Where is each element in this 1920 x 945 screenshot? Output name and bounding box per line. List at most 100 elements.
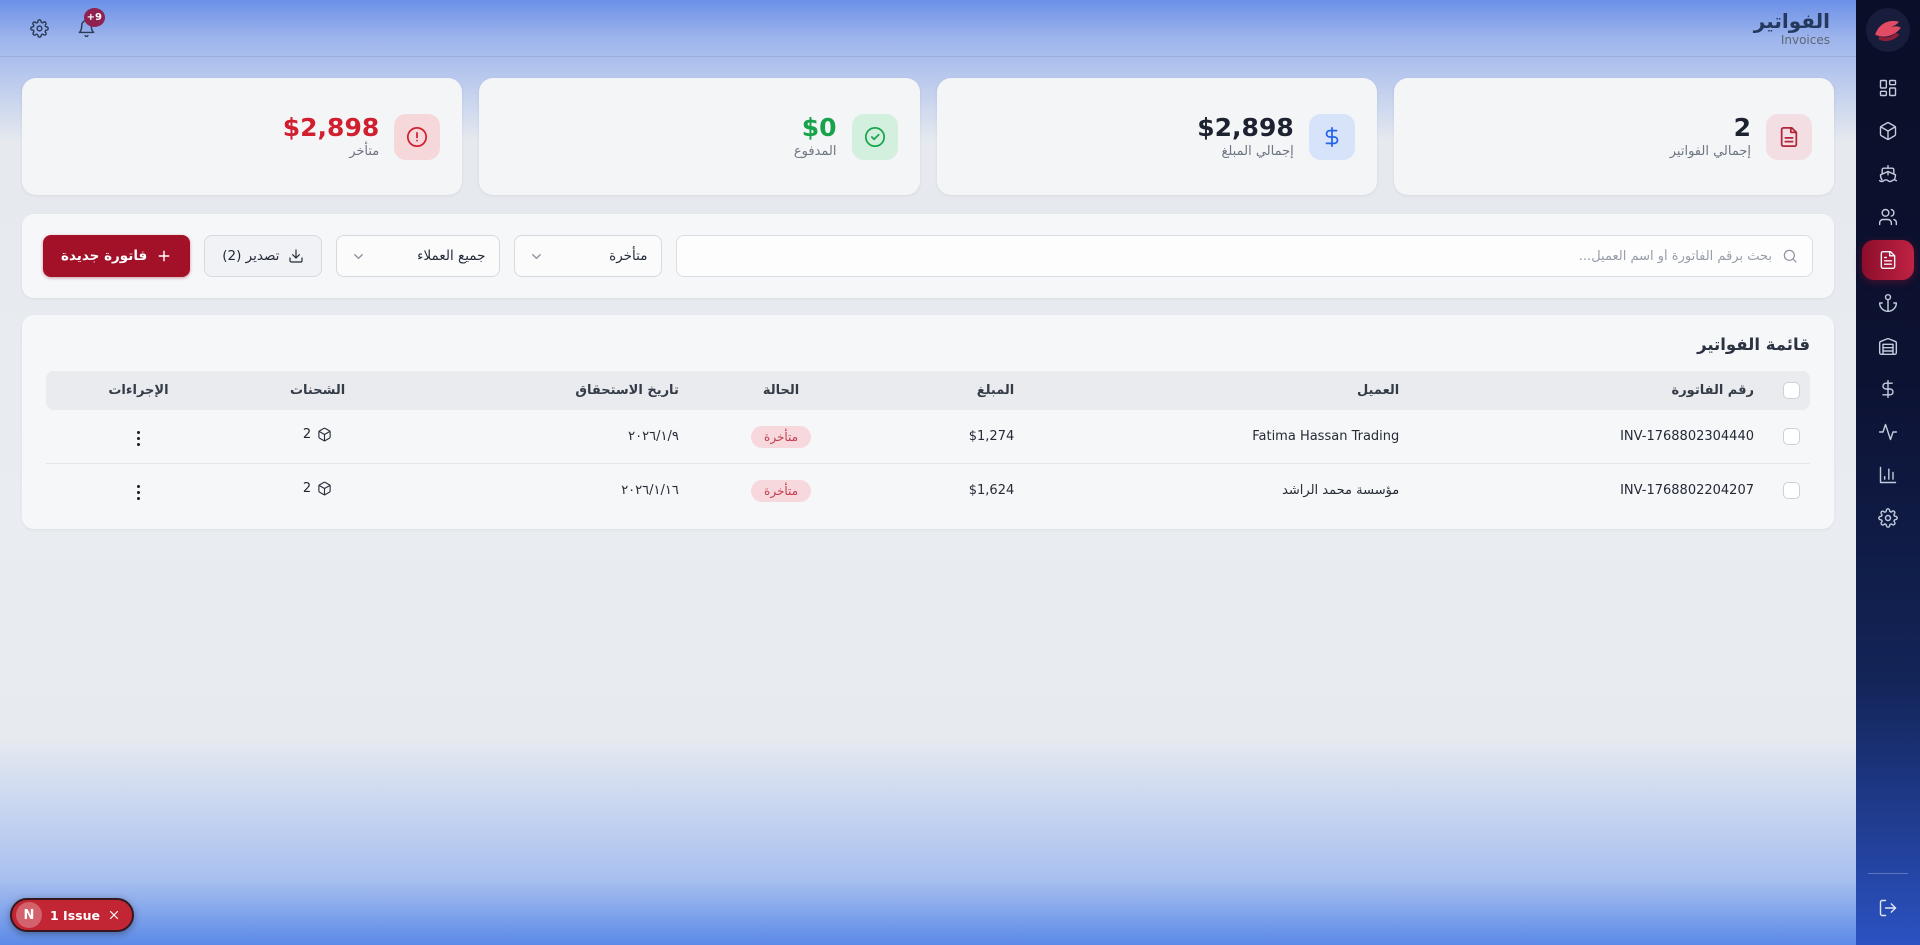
invoice-number: INV-1768802304440 bbox=[1620, 429, 1754, 444]
invoices-table: رقم الفاتورة العميل المبلغ الحالة تاريخ … bbox=[46, 371, 1810, 517]
chevron-down-icon bbox=[529, 249, 544, 264]
due-date: ٢٠٢٦/١/٩ bbox=[404, 410, 689, 464]
sidebar-item-finance[interactable] bbox=[1862, 369, 1914, 409]
sidebar-item-activity[interactable] bbox=[1862, 412, 1914, 452]
chevron-down-icon bbox=[351, 249, 366, 264]
table-header-row: رقم الفاتورة العميل المبلغ الحالة تاريخ … bbox=[46, 371, 1810, 410]
notifications-button[interactable]: +9 bbox=[77, 19, 96, 38]
package-icon bbox=[317, 481, 332, 496]
header-actions: +9 bbox=[30, 19, 96, 38]
gear-icon bbox=[1878, 508, 1898, 528]
invoice-amount: $1,624 bbox=[873, 464, 1024, 518]
bar-chart-icon bbox=[1878, 465, 1898, 485]
issue-avatar: N bbox=[16, 902, 42, 928]
dashboard-icon bbox=[1878, 78, 1898, 98]
stat-value: $2,898 bbox=[1197, 114, 1293, 143]
dollar-icon bbox=[1878, 379, 1898, 399]
select-all-checkbox[interactable] bbox=[1783, 382, 1800, 399]
dollar-icon bbox=[1309, 114, 1355, 160]
client-name: مؤسسة محمد الراشد bbox=[1024, 464, 1409, 518]
stat-value: $0 bbox=[794, 114, 837, 143]
stat-label: إجمالي المبلغ bbox=[1197, 144, 1293, 159]
row-actions-menu-button[interactable] bbox=[130, 427, 148, 451]
activity-icon bbox=[1878, 422, 1898, 442]
search-box bbox=[676, 235, 1813, 277]
stat-card-paid: $0 المدفوع bbox=[479, 78, 919, 195]
sidebar-item-dashboard[interactable] bbox=[1862, 68, 1914, 108]
main-content: الفواتير Invoices +9 2 bbox=[0, 0, 1856, 945]
stat-value: 2 bbox=[1670, 114, 1751, 143]
shipments-cell: 2 bbox=[303, 427, 332, 442]
shipments-cell: 2 bbox=[303, 481, 332, 496]
col-client: العميل bbox=[1024, 371, 1409, 410]
export-button-label: تصدير (2) bbox=[222, 248, 279, 264]
stat-value: $2,898 bbox=[283, 114, 379, 143]
new-invoice-button-label: فاتورة جديدة bbox=[61, 248, 147, 264]
notifications-count-badge: +9 bbox=[84, 8, 105, 27]
stat-card-total-invoices: 2 إجمالي الفواتير bbox=[1394, 78, 1834, 195]
stat-label: إجمالي الفواتير bbox=[1670, 144, 1751, 159]
stat-label: متأخر bbox=[283, 144, 379, 159]
app-logo[interactable] bbox=[1866, 8, 1910, 52]
sidebar-item-packages[interactable] bbox=[1862, 111, 1914, 151]
table-row: INV-1768802304440 Fatima Hassan Trading … bbox=[46, 410, 1810, 464]
stat-card-overdue: $2,898 متأخر bbox=[22, 78, 462, 195]
sidebar-item-settings[interactable] bbox=[1862, 498, 1914, 538]
sidebar-item-warehouses[interactable] bbox=[1862, 326, 1914, 366]
stat-text: 2 إجمالي الفواتير bbox=[1670, 114, 1751, 160]
table-row: INV-1768802204207 مؤسسة محمد الراشد $1,6… bbox=[46, 464, 1810, 518]
col-status: الحالة bbox=[689, 371, 873, 410]
issue-badge[interactable]: N 1 Issue bbox=[10, 898, 134, 932]
select-all-header-cell bbox=[1764, 371, 1810, 410]
close-icon[interactable] bbox=[108, 909, 120, 921]
download-icon bbox=[288, 248, 304, 264]
anchor-icon bbox=[1878, 293, 1898, 313]
sidebar-item-reports[interactable] bbox=[1862, 455, 1914, 495]
invoice-amount: $1,274 bbox=[873, 410, 1024, 464]
due-date: ٢٠٢٦/١/١٦ bbox=[404, 464, 689, 518]
col-shipments: الشحنات bbox=[231, 371, 404, 410]
invoice-file-icon bbox=[1878, 250, 1898, 270]
status-badge: متأخرة bbox=[751, 426, 811, 448]
export-button[interactable]: تصدير (2) bbox=[204, 235, 322, 277]
warehouse-icon bbox=[1878, 336, 1898, 356]
logout-icon bbox=[1878, 898, 1898, 918]
page-subtitle: Invoices bbox=[1754, 33, 1830, 47]
search-input[interactable] bbox=[691, 249, 1772, 264]
search-icon bbox=[1782, 248, 1798, 264]
table-title: قائمة الفواتير bbox=[46, 335, 1810, 354]
sidebar-item-ports[interactable] bbox=[1862, 283, 1914, 323]
issue-badge-label: 1 Issue bbox=[50, 908, 100, 923]
sidebar-item-logout[interactable] bbox=[1862, 888, 1914, 928]
shipments-count: 2 bbox=[303, 427, 311, 442]
new-invoice-button[interactable]: فاتورة جديدة bbox=[43, 235, 190, 277]
title-block: الفواتير Invoices bbox=[1754, 9, 1830, 47]
sidebar-item-invoices[interactable] bbox=[1862, 240, 1914, 280]
page-header: الفواتير Invoices +9 bbox=[0, 0, 1856, 57]
sidebar-item-shipping[interactable] bbox=[1862, 154, 1914, 194]
client-filter-select[interactable]: جميع العملاء bbox=[336, 235, 500, 277]
page-title: الفواتير bbox=[1754, 9, 1830, 33]
client-name: Fatima Hassan Trading bbox=[1024, 410, 1409, 464]
status-filter-select[interactable]: متأخرة bbox=[514, 235, 662, 277]
settings-button[interactable] bbox=[30, 19, 49, 38]
client-filter-value: جميع العملاء bbox=[417, 248, 485, 264]
row-checkbox[interactable] bbox=[1783, 482, 1800, 499]
alert-circle-icon bbox=[394, 114, 440, 160]
invoices-page: الفواتير Invoices +9 2 bbox=[0, 0, 1920, 945]
plus-icon bbox=[156, 248, 172, 264]
stat-card-total-amount: $2,898 إجمالي المبلغ bbox=[937, 78, 1377, 195]
col-due-date: تاريخ الاستحقاق bbox=[404, 371, 689, 410]
col-actions: الإجراءات bbox=[46, 371, 231, 410]
shipments-count: 2 bbox=[303, 481, 311, 496]
invoice-number: INV-1768802204207 bbox=[1620, 483, 1754, 498]
row-checkbox[interactable] bbox=[1783, 428, 1800, 445]
col-invoice-no: رقم الفاتورة bbox=[1409, 371, 1764, 410]
row-actions-menu-button[interactable] bbox=[130, 481, 148, 505]
sidebar-item-customers[interactable] bbox=[1862, 197, 1914, 237]
stats-row: 2 إجمالي الفواتير $2,898 إجمالي المبلغ bbox=[22, 78, 1834, 195]
gear-icon bbox=[30, 19, 49, 38]
package-icon bbox=[1878, 121, 1898, 141]
stat-text: $0 المدفوع bbox=[794, 114, 837, 160]
file-text-icon bbox=[1766, 114, 1812, 160]
